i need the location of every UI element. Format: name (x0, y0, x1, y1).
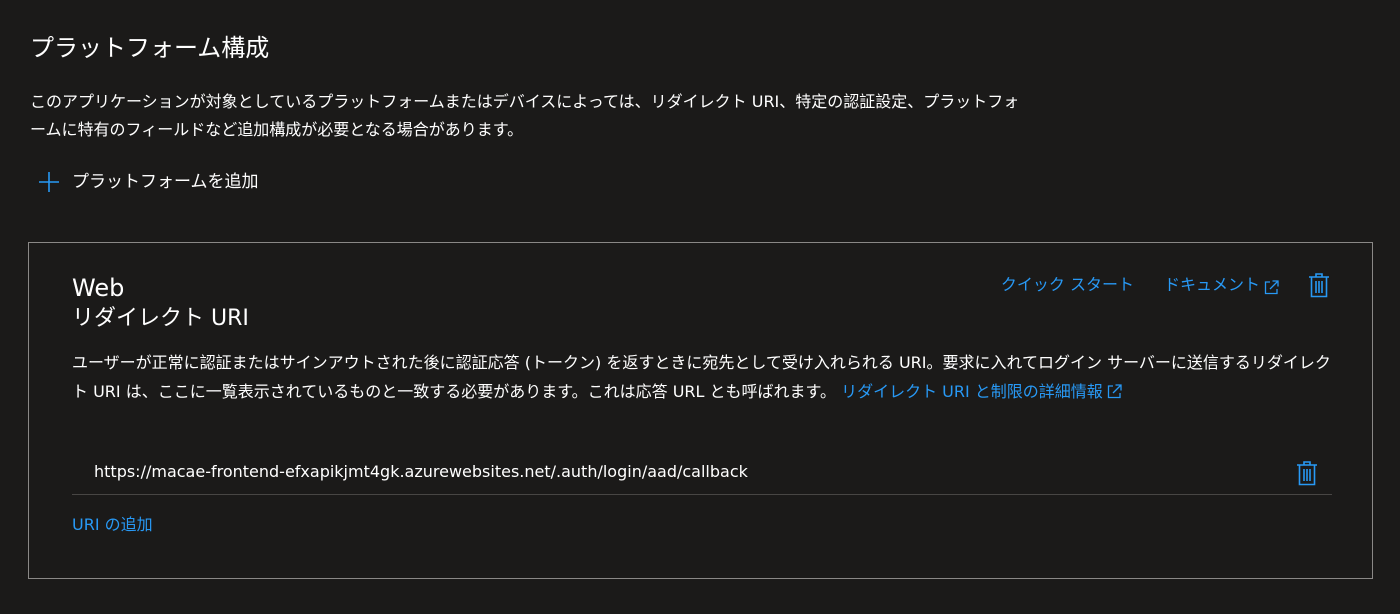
section-description: このアプリケーションが対象としているプラットフォームまたはデバイスによっては、リ… (30, 92, 1020, 139)
add-uri-link[interactable]: URI の追加 (72, 511, 153, 539)
add-platform-button[interactable]: プラットフォームを追加 (38, 168, 259, 196)
learn-more-label: リダイレクト URI と制限の詳細情報 (841, 382, 1103, 401)
documentation-link-label: ドキュメント (1163, 275, 1260, 294)
redirect-uri-row: https://macae-frontend-efxapikjmt4gk.azu… (72, 449, 1332, 495)
delete-platform-button[interactable] (1308, 272, 1330, 298)
platform-configuration-page: プラットフォーム構成 このアプリケーションが対象としているプラットフォームまたは… (0, 0, 1400, 614)
external-link-icon (1263, 277, 1280, 294)
learn-more-link[interactable]: リダイレクト URI と制限の詳細情報 (841, 382, 1123, 401)
add-platform-label: プラットフォームを追加 (72, 172, 259, 192)
plus-icon (38, 171, 60, 193)
page-title: プラットフォーム構成 (30, 34, 270, 62)
card-actions: クイック スタート ドキュメント (1001, 269, 1330, 301)
redirect-uri-description-text: ユーザーが正常に認証またはサインアウトされた後に認証応答 (トークン) を返すと… (72, 353, 1331, 401)
documentation-link[interactable]: ドキュメント (1164, 271, 1280, 299)
trash-icon (1309, 273, 1329, 298)
external-link-icon (1106, 380, 1123, 399)
redirect-uri-description: ユーザーが正常に認証またはサインアウトされた後に認証応答 (トークン) を返すと… (72, 348, 1332, 406)
card-title: Web (72, 274, 125, 302)
card-subtitle: リダイレクト URI (72, 306, 249, 331)
web-platform-card: Web リダイレクト URI クイック スタート ドキュメント ユーザーが正常に… (28, 242, 1373, 579)
redirect-uri-value[interactable]: https://macae-frontend-efxapikjmt4gk.azu… (94, 461, 748, 483)
quick-start-link[interactable]: クイック スタート (1001, 271, 1134, 299)
trash-icon (1297, 461, 1317, 486)
delete-uri-button[interactable] (1296, 460, 1318, 486)
